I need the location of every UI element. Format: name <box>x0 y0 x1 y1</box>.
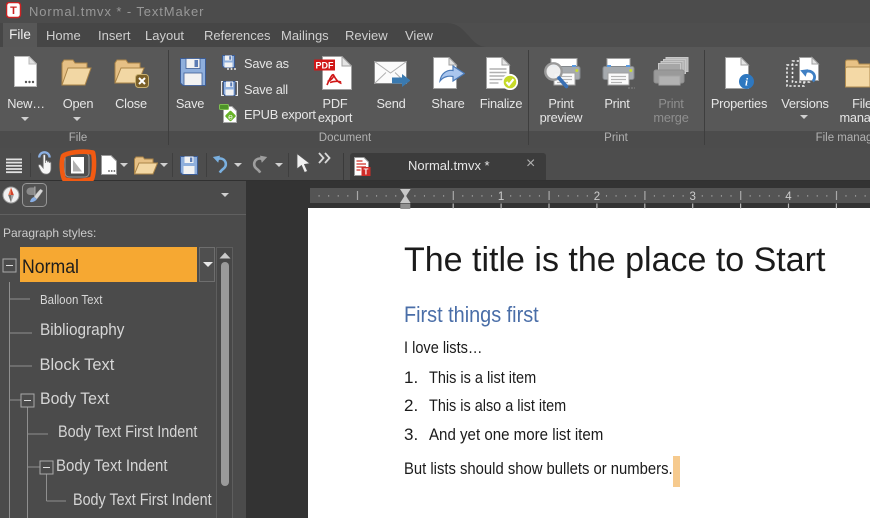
svg-text:4: 4 <box>785 191 792 203</box>
svg-text:PDF: PDF <box>316 60 335 70</box>
svg-text:1: 1 <box>498 191 504 203</box>
svg-text:e: e <box>228 111 233 121</box>
svg-text:T: T <box>10 5 17 17</box>
svg-text:3: 3 <box>689 191 695 203</box>
svg-text:T: T <box>364 167 369 176</box>
svg-text:2: 2 <box>594 191 600 203</box>
